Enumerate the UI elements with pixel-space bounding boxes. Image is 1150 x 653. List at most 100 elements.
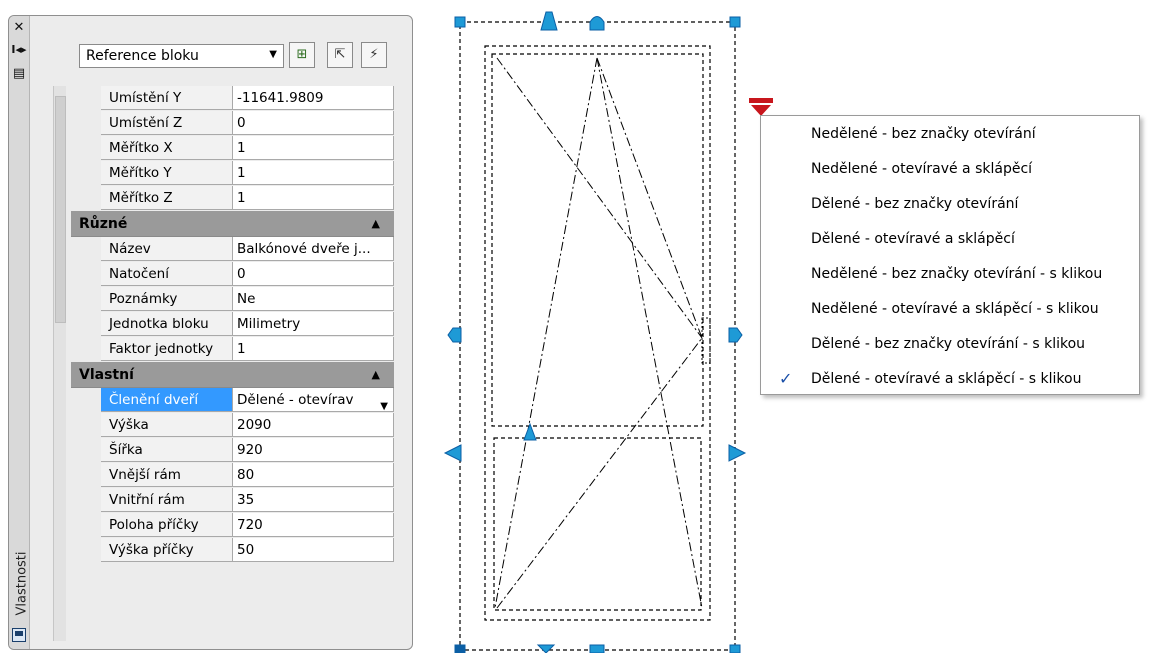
menu-item-label: Nedělené - otevíravé a sklápěcí - s klik… <box>811 301 1099 317</box>
palette-menu-icon[interactable] <box>12 628 26 642</box>
category-label: Různé <box>79 216 128 232</box>
stretch-grip[interactable] <box>589 644 605 653</box>
property-row[interactable]: Faktor jednotky 1 <box>71 337 394 362</box>
property-row[interactable]: Název Balkónové dveře j... <box>71 237 394 262</box>
property-row[interactable]: Výška 2090 <box>71 413 394 438</box>
base-point-grip[interactable] <box>454 644 466 653</box>
lookup-menu: Nedělené - bez značky otevírání Nedělené… <box>760 115 1140 395</box>
corner-grip[interactable] <box>729 16 741 28</box>
property-row[interactable]: Vnější rám 80 <box>71 463 394 488</box>
property-label: Jednotka bloku <box>101 312 233 336</box>
property-label: Název <box>101 237 233 261</box>
property-row[interactable]: Poloha příčky 720 <box>71 513 394 538</box>
category-custom[interactable]: Vlastní ▲ <box>71 362 394 388</box>
menu-item[interactable]: Nedělené - bez značky otevírání - s klik… <box>761 258 1139 290</box>
property-value[interactable]: 920 <box>233 438 394 462</box>
menu-item[interactable]: Dělené - bez značky otevírání - s klikou <box>761 328 1139 360</box>
properties-palette: ✕ I◂▸ ▤ Vlastnosti Reference bloku ▼ ⊞ ⇱… <box>8 15 413 650</box>
property-row[interactable]: Umístění Y -11641.9809 <box>71 86 394 111</box>
scrollbar[interactable] <box>53 86 66 641</box>
menu-item[interactable]: Dělené - bez značky otevírání <box>761 188 1139 220</box>
property-label: Výška příčky <box>101 538 233 562</box>
property-value[interactable]: 50 <box>233 538 394 562</box>
menu-item[interactable]: Nedělené - bez značky otevírání <box>761 118 1139 150</box>
object-type-dropdown[interactable]: Reference bloku ▼ <box>79 44 284 68</box>
quick-select-icon: ⚡ <box>369 47 379 62</box>
property-value-dropdown[interactable]: Dělené - otevírav ▼ <box>233 388 394 412</box>
property-label: Členění dveří <box>101 388 233 412</box>
property-value[interactable]: Balkónové dveře j... <box>233 237 394 261</box>
opening-line <box>494 57 598 609</box>
collapse-caret-icon[interactable]: ▲ <box>372 362 380 388</box>
property-row[interactable]: Měřítko X1 <box>71 136 394 161</box>
property-row[interactable]: Vnitřní rám 35 <box>71 488 394 513</box>
property-row[interactable]: Natočení 0 <box>71 262 394 287</box>
auto-hide-icon[interactable]: I◂▸ <box>11 42 27 58</box>
check-icon: ✓ <box>779 369 793 388</box>
property-row[interactable]: Měřítko Y1 <box>71 161 394 186</box>
door-block-drawing[interactable] <box>440 8 760 653</box>
property-label: Výška <box>101 413 233 437</box>
corner-grip[interactable] <box>454 16 466 28</box>
category-label: Vlastní <box>79 367 134 383</box>
property-row-selected[interactable]: Členění dveří Dělené - otevírav ▼ <box>71 388 394 413</box>
outer-frame <box>484 45 711 621</box>
property-value[interactable]: 1 <box>233 186 394 210</box>
menu-item[interactable]: Nedělené - otevíravé a sklápěcí <box>761 153 1139 185</box>
corner-grip[interactable] <box>729 644 741 653</box>
property-value[interactable]: 720 <box>233 513 394 537</box>
menu-item[interactable]: Dělené - otevíravé a sklápěcí <box>761 223 1139 255</box>
property-value[interactable]: 35 <box>233 488 394 512</box>
property-label: Vnitřní rám <box>101 488 233 512</box>
stretch-grip[interactable] <box>728 327 743 343</box>
property-row[interactable]: Jednotka bloku Milimetry <box>71 312 394 337</box>
menu-item-label: Nedělené - bez značky otevírání <box>811 126 1036 142</box>
property-row[interactable]: Měřítko Z1 <box>71 186 394 211</box>
toggle-pickadd-button[interactable]: ⊞ <box>289 42 315 68</box>
property-value[interactable]: 1 <box>233 161 394 185</box>
property-label: Měřítko Y <box>101 161 233 185</box>
palette-properties-icon[interactable]: ▤ <box>11 66 27 82</box>
object-type-value: Reference bloku <box>86 48 199 64</box>
menu-item-label: Dělené - otevíravé a sklápěcí - s klikou <box>811 371 1082 387</box>
menu-item-label: Dělené - bez značky otevírání - s klikou <box>811 336 1086 352</box>
category-misc[interactable]: Různé ▲ <box>71 211 394 237</box>
menu-item[interactable]: Nedělené - otevíravé a sklápěcí - s klik… <box>761 293 1139 325</box>
lower-sash <box>493 437 702 611</box>
property-value[interactable]: 80 <box>233 463 394 487</box>
property-value[interactable]: Milimetry <box>233 312 394 336</box>
property-grid: Umístění Y -11641.9809 Umístění Z0 Měřítk… <box>71 86 394 563</box>
palette-title: Vlastnosti <box>14 551 30 616</box>
flip-grip[interactable] <box>728 444 747 462</box>
quick-select-button[interactable]: ⚡ <box>361 42 387 68</box>
property-value[interactable]: 0 <box>233 262 394 286</box>
property-value[interactable]: Ne <box>233 287 394 311</box>
property-value[interactable]: 2090 <box>233 413 394 437</box>
property-row[interactable]: Umístění Z0 <box>71 111 394 136</box>
stretch-grip[interactable] <box>589 16 605 31</box>
stretch-grip[interactable] <box>536 644 556 653</box>
scrollbar-thumb[interactable] <box>55 96 66 323</box>
menu-item-label: Nedělené - otevíravé a sklápěcí <box>811 161 1033 177</box>
select-objects-icon: ⇱ <box>334 47 346 62</box>
property-label: Šířka <box>101 438 233 462</box>
collapse-caret-icon[interactable]: ▲ <box>372 211 380 237</box>
select-objects-button[interactable]: ⇱ <box>327 42 353 68</box>
menu-item-label: Dělené - otevíravé a sklápěcí <box>811 231 1015 247</box>
property-value[interactable]: 1 <box>233 337 394 361</box>
menu-item-checked[interactable]: ✓ Dělené - otevíravé a sklápěcí - s klik… <box>761 363 1139 395</box>
pickadd-icon: ⊞ <box>296 47 308 62</box>
property-value[interactable]: 0 <box>233 111 394 135</box>
property-label: Měřítko Z <box>101 186 233 210</box>
stretch-grip[interactable] <box>447 327 462 343</box>
close-icon[interactable]: ✕ <box>11 20 27 36</box>
property-value[interactable]: -11641.9809 <box>233 86 394 110</box>
property-row[interactable]: Výška příčky 50 <box>71 538 394 563</box>
property-row[interactable]: Poznámky Ne <box>71 287 394 312</box>
chevron-down-icon[interactable]: ▼ <box>380 395 388 411</box>
stretch-grip[interactable] <box>540 11 558 31</box>
flip-grip[interactable] <box>443 444 462 462</box>
property-label: Faktor jednotky <box>101 337 233 361</box>
property-row[interactable]: Šířka 920 <box>71 438 394 463</box>
property-value[interactable]: 1 <box>233 136 394 160</box>
